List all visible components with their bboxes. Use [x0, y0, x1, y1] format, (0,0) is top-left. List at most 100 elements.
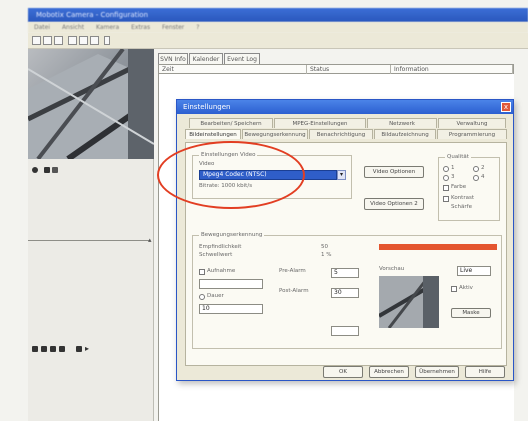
help-button[interactable]: Hilfe [465, 366, 505, 378]
post-alarm-input[interactable]: 30 [331, 288, 359, 298]
dialog-titlebar: Einstellungen x [177, 100, 513, 114]
tab-recording[interactable]: Bildaufzeichnung [374, 129, 436, 139]
apply-button[interactable]: Übernehmen [415, 366, 459, 378]
pre-alarm-label: Pre-Alarm [279, 268, 306, 274]
tab-calendar[interactable]: Kalender [189, 53, 223, 64]
preview-select-value: Live [460, 267, 473, 274]
app-titlebar: Mobotix Camera - Configuration [28, 8, 528, 22]
app-title: Mobotix Camera - Configuration [36, 11, 149, 19]
splitter-handle-icon[interactable]: ▴ [148, 236, 152, 244]
tab-network[interactable]: Netzwerk [367, 118, 437, 128]
left-divider [28, 240, 150, 241]
tab-svn-info[interactable]: SVN Info [158, 53, 188, 64]
snapshot-icon[interactable] [44, 167, 50, 173]
codec-label: Video [199, 161, 215, 167]
tab-motion[interactable]: Bewegungserkennung [242, 129, 308, 139]
tab-event-log[interactable]: Event Log [224, 53, 260, 64]
forward-icon[interactable]: ▸ [85, 344, 89, 353]
quality-radio-4[interactable] [473, 175, 479, 181]
camera-controls [32, 167, 72, 175]
toolbar [28, 33, 528, 49]
camera-icon[interactable] [68, 36, 77, 45]
camera-preview[interactable] [28, 49, 154, 159]
column-status[interactable]: Status [307, 65, 391, 74]
column-time[interactable]: Zeit [159, 65, 307, 74]
dialog-title: Einstellungen [183, 103, 231, 111]
duration-radio[interactable] [199, 294, 205, 300]
duration-radio-label: Dauer [207, 293, 224, 299]
quality-radio-1[interactable] [443, 166, 449, 172]
recording-checkbox[interactable] [199, 269, 205, 275]
menu-item-file[interactable]: Datei [34, 24, 50, 31]
preview-select[interactable]: Live [457, 266, 491, 276]
recording-checkbox-label: Aufnahme [207, 268, 236, 274]
preview-label: Vorschau [379, 266, 405, 272]
new-icon[interactable] [32, 36, 41, 45]
video-options-2-button[interactable]: Video Optionen 2 [364, 198, 424, 210]
stop-playback-icon[interactable] [76, 346, 82, 352]
settings-dialog: Einstellungen x Bearbeiten/ Speichern MP… [176, 99, 514, 381]
pre-alarm-input-value: 5 [334, 269, 338, 276]
threshold-label: Schwellwert [199, 252, 233, 258]
quality-label-2: 2 [481, 165, 485, 171]
quality-label-1: 1 [451, 165, 455, 171]
help-icon[interactable] [104, 36, 110, 45]
tab-save[interactable]: Bearbeiten/ Speichern [189, 118, 273, 128]
save-icon[interactable] [54, 36, 63, 45]
motion-preview-image [379, 276, 439, 328]
sharpness-checkbox-label: Schärfe [451, 204, 472, 210]
list-header: Zeit Status Information [158, 64, 514, 74]
menu-item-tools[interactable]: Extras [131, 24, 150, 31]
menu-item-window[interactable]: Fenster [162, 24, 184, 31]
tab-programming[interactable]: Programmierung [437, 129, 507, 139]
motion-group: Bewegungserkennung Empfindlichkeit 50 Sc… [192, 231, 502, 349]
tab-notification[interactable]: Benachrichtigung [309, 129, 373, 139]
duration-input[interactable]: 10 [199, 304, 263, 314]
sensitivity-value: 50 [321, 244, 328, 250]
settings-icon[interactable] [90, 36, 99, 45]
post-alarm-input-value: 30 [334, 289, 342, 296]
color-checkbox[interactable] [443, 185, 449, 191]
threshold-value: 1 % [321, 252, 332, 258]
tab-admin[interactable]: Verwaltung [438, 118, 506, 128]
extra-input[interactable] [331, 326, 359, 336]
pre-alarm-input[interactable]: 5 [331, 268, 359, 278]
quality-radio-2[interactable] [473, 166, 479, 172]
recording-field[interactable] [199, 279, 263, 289]
tab-mpeg[interactable]: MPEG-Einstellungen [274, 118, 366, 128]
codec-select[interactable]: Mpeg4 Codec (NTSC) [199, 170, 337, 180]
codec-group-title: Einstellungen Video [199, 151, 258, 159]
contrast-checkbox-label: Kontrast [451, 195, 474, 201]
mask-button[interactable]: Maske [451, 308, 491, 318]
quality-label-4: 4 [481, 174, 485, 180]
next-frame-icon[interactable] [59, 346, 65, 352]
quality-group-title: Qualität [445, 153, 471, 161]
cancel-button[interactable]: Abbrechen [369, 366, 409, 378]
motion-group-title: Bewegungserkennung [199, 231, 265, 239]
quality-radio-3[interactable] [443, 175, 449, 181]
menu-item-camera[interactable]: Kamera [96, 24, 119, 31]
stop-icon[interactable] [32, 167, 38, 173]
chevron-down-icon[interactable]: ▾ [337, 170, 346, 180]
color-checkbox-label: Farbe [451, 184, 467, 190]
video-options-button[interactable]: Video Optionen [364, 166, 424, 178]
play-icon[interactable] [50, 346, 56, 352]
codec-note: Bitrate: 1000 kbit/s [199, 183, 253, 189]
rewind-icon[interactable] [32, 346, 38, 352]
quality-label-3: 3 [451, 174, 455, 180]
active-checkbox-label: Aktiv [459, 285, 473, 291]
menu-item-help[interactable]: ? [196, 24, 199, 31]
sensitivity-label: Empfindlichkeit [199, 244, 242, 250]
prev-frame-icon[interactable] [41, 346, 47, 352]
record-icon[interactable] [79, 36, 88, 45]
fullscreen-icon[interactable] [52, 167, 58, 173]
open-icon[interactable] [43, 36, 52, 45]
tab-panel: Einstellungen Video Video Mpeg4 Codec (N… [185, 142, 507, 366]
ok-button[interactable]: OK [323, 366, 363, 378]
contrast-checkbox[interactable] [443, 196, 449, 202]
tab-image-settings[interactable]: Bildeinstellungen [185, 129, 241, 139]
close-button[interactable]: x [501, 102, 511, 112]
active-checkbox[interactable] [451, 286, 457, 292]
menu-item-view[interactable]: Ansicht [62, 24, 84, 31]
column-information[interactable]: Information [391, 65, 513, 74]
